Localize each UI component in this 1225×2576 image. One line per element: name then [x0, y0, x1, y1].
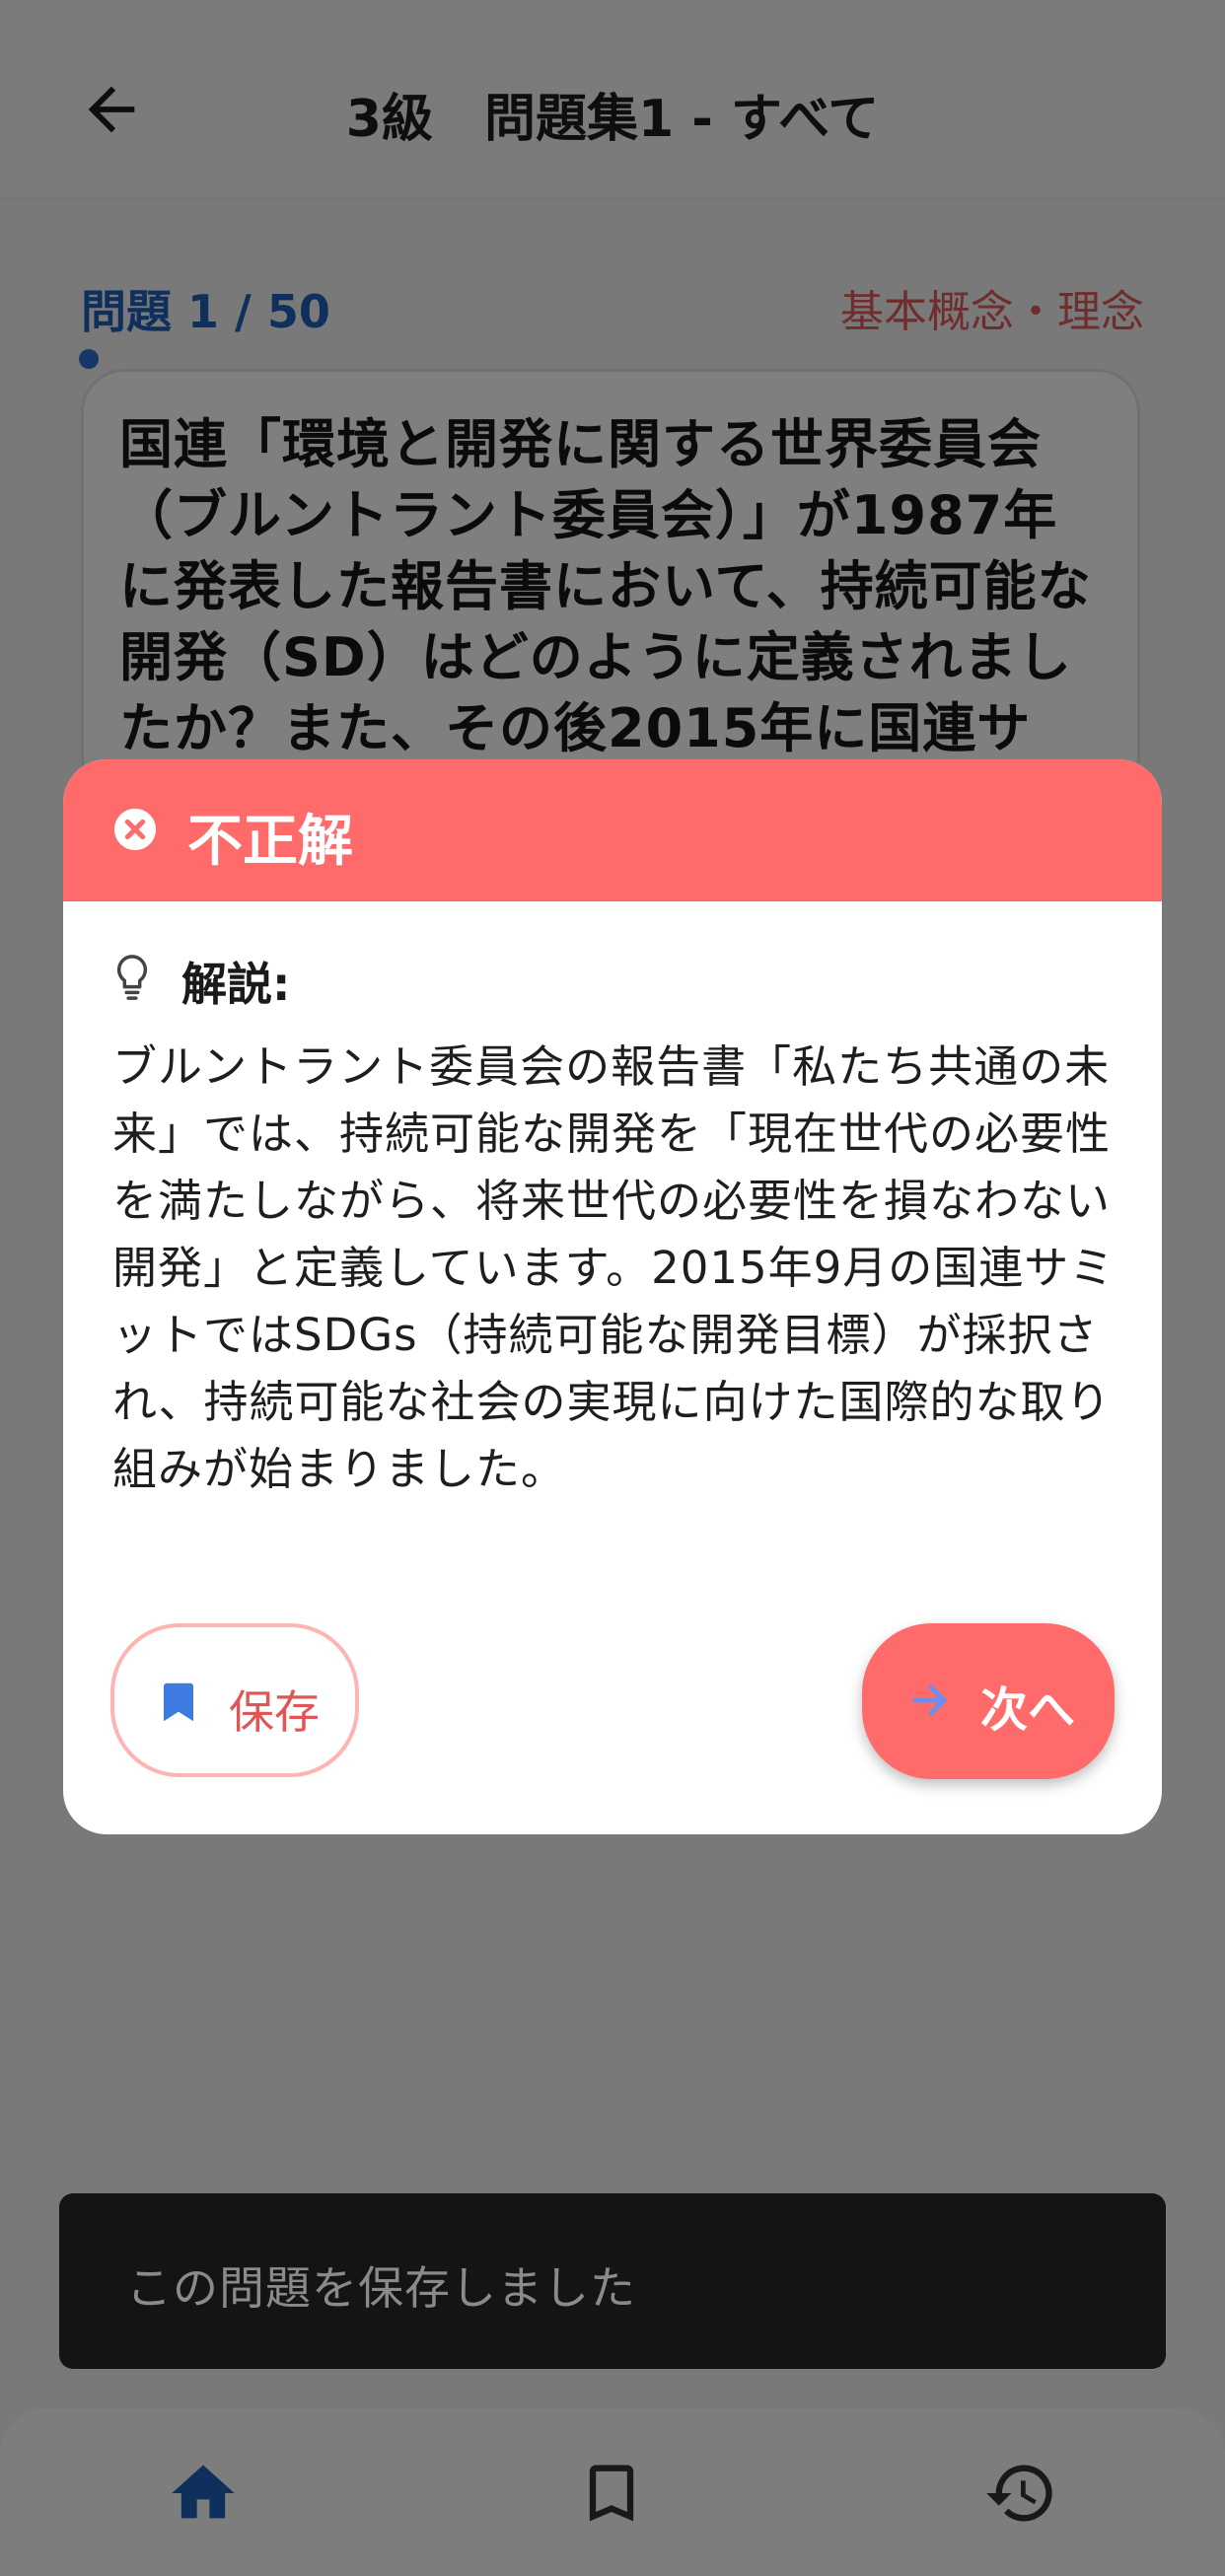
snackbar: この問題を保存しました — [59, 2193, 1166, 2369]
snackbar-message: この問題を保存しました — [126, 2261, 636, 2315]
close-circle-icon — [113, 808, 157, 851]
result-title: 不正解 — [187, 810, 353, 874]
result-header: 不正解 — [63, 759, 1162, 901]
save-label: 保存 — [229, 1685, 320, 1739]
next-button[interactable]: 次へ — [862, 1623, 1115, 1779]
explanation-label: 解説: — [181, 958, 291, 1011]
arrow-right-icon — [912, 1684, 947, 1716]
save-button[interactable]: 保存 — [110, 1623, 359, 1777]
result-dialog: 不正解 解説: ブルントラント委員会の報告書「私たち共通の未来」では、持続可能な… — [63, 759, 1162, 1834]
next-label: 次へ — [980, 1682, 1076, 1738]
lightbulb-icon — [116, 955, 148, 1000]
bookmark-filled-icon — [164, 1682, 193, 1722]
explanation-text: ブルントラント委員会の報告書「私たち共通の未来」では、持続可能な開発を「現在世代… — [112, 1040, 1116, 1495]
